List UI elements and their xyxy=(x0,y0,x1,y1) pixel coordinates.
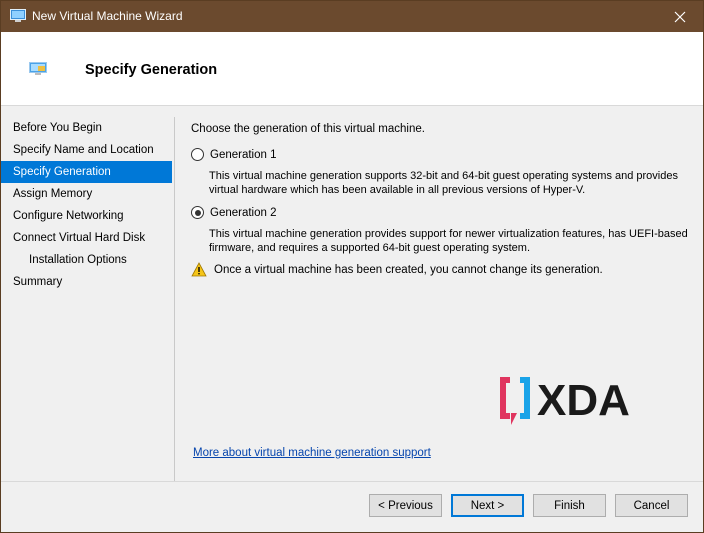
cancel-button[interactable]: Cancel xyxy=(615,494,688,517)
nav-item-summary[interactable]: Summary xyxy=(1,271,172,293)
generation-2-radio[interactable]: Generation 2 xyxy=(191,206,277,219)
nav-item-connect-virtual-hard-disk[interactable]: Connect Virtual Hard Disk xyxy=(1,227,172,249)
generation-1-description: This virtual machine generation supports… xyxy=(209,170,678,196)
generation-2-label: Generation 2 xyxy=(210,206,277,219)
generation-1-label: Generation 1 xyxy=(210,148,277,161)
warning-text: Once a virtual machine has been created,… xyxy=(214,263,603,276)
generation-2-description: This virtual machine generation provides… xyxy=(209,228,688,254)
nav-item-specify-generation[interactable]: Specify Generation xyxy=(1,161,172,183)
nav-item-specify-name-location[interactable]: Specify Name and Location xyxy=(1,139,172,161)
intro-text: Choose the generation of this virtual ma… xyxy=(191,123,425,135)
nav-item-installation-options[interactable]: Installation Options xyxy=(1,249,172,271)
radio-button[interactable] xyxy=(191,148,204,161)
title-bar[interactable]: New Virtual Machine Wizard xyxy=(1,1,703,32)
next-button[interactable]: Next > xyxy=(451,494,524,517)
nav-item-assign-memory[interactable]: Assign Memory xyxy=(1,183,172,205)
generation-1-radio[interactable]: Generation 1 xyxy=(191,148,277,161)
page-title: Specify Generation xyxy=(85,62,218,78)
xda-logo: XDA xyxy=(500,376,630,425)
wizard-window: New Virtual Machine Wizard Specify Gener… xyxy=(0,0,704,533)
finish-button[interactable]: Finish xyxy=(533,494,606,517)
window-title: New Virtual Machine Wizard xyxy=(32,9,183,23)
generation-support-link[interactable]: More about virtual machine generation su… xyxy=(193,447,431,459)
logo-text: XDA xyxy=(537,376,630,425)
wizard-steps-nav: Before You Begin Specify Name and Locati… xyxy=(1,117,175,293)
nav-item-configure-networking[interactable]: Configure Networking xyxy=(1,205,172,227)
warning-icon xyxy=(191,262,207,277)
previous-button[interactable]: < Previous xyxy=(369,494,442,517)
virtual-machine-icon xyxy=(29,62,47,75)
close-button[interactable] xyxy=(657,1,703,32)
close-icon xyxy=(674,11,686,22)
radio-button-selected[interactable] xyxy=(191,206,204,219)
virtual-machine-icon xyxy=(10,9,26,22)
nav-divider xyxy=(174,117,175,481)
wizard-header: Specify Generation xyxy=(1,32,703,106)
footer-divider xyxy=(1,481,703,482)
nav-item-before-you-begin[interactable]: Before You Begin xyxy=(1,117,172,139)
warning-message: Once a virtual machine has been created,… xyxy=(191,262,603,277)
